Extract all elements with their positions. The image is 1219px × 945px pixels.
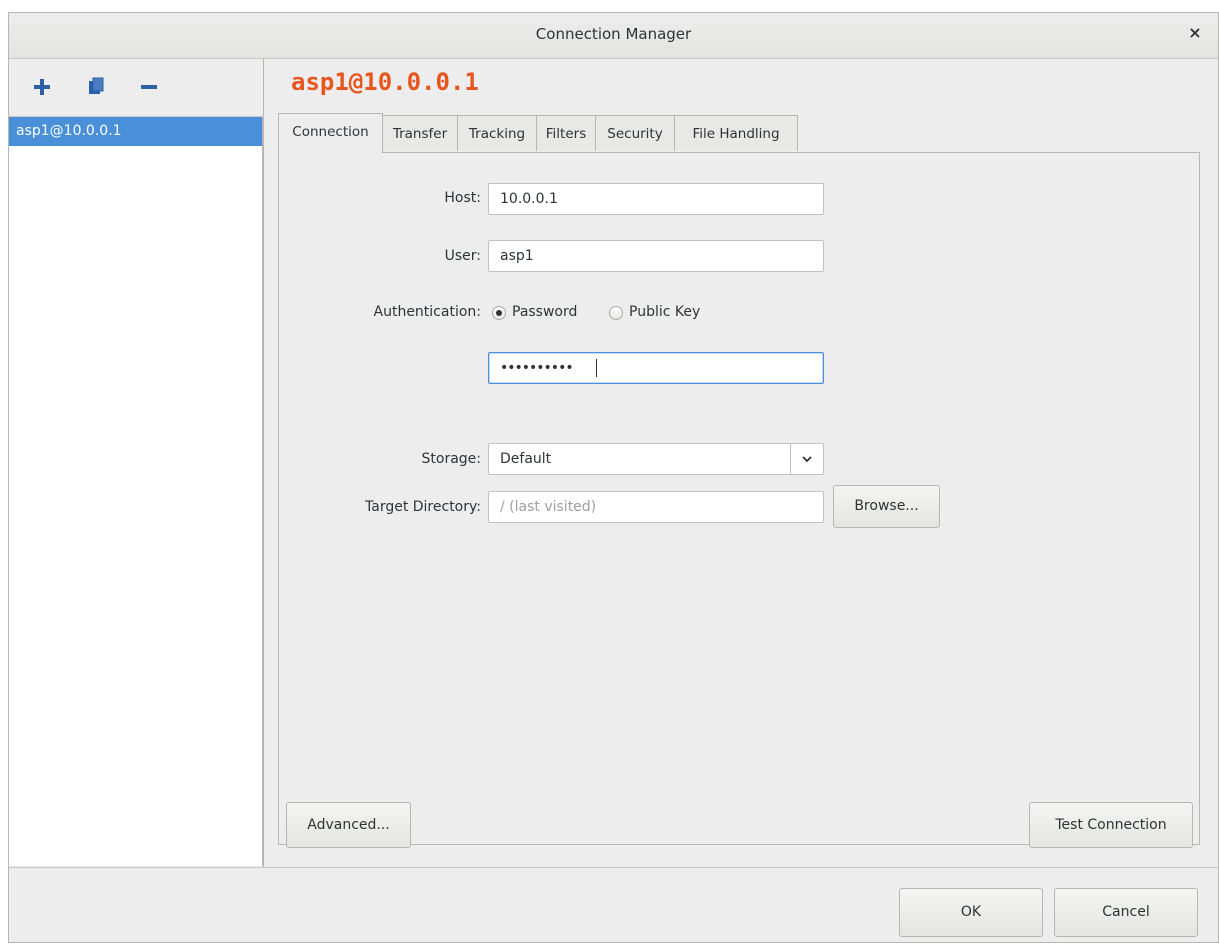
host-label: Host:	[444, 190, 481, 206]
user-label: User:	[444, 248, 481, 264]
tab-transfer[interactable]: Transfer	[382, 115, 458, 151]
storage-label: Storage:	[421, 451, 482, 467]
password-value: ••••••••••	[500, 360, 574, 376]
connection-tab-pane: Host: 10.0.0.1 User: asp1 Authentication…	[278, 152, 1200, 848]
storage-select-value: Default	[500, 451, 552, 467]
sidebar-toolbar	[9, 59, 263, 117]
target-directory-label: Target Directory:	[365, 499, 481, 515]
user-input[interactable]: asp1	[488, 240, 824, 272]
browse-button[interactable]: Browse...	[833, 485, 940, 528]
connection-list: asp1@10.0.0.1	[9, 117, 263, 866]
host-input[interactable]: 10.0.0.1	[488, 183, 824, 215]
storage-select[interactable]: Default	[488, 443, 824, 475]
public-key-radio-label[interactable]: Public Key	[629, 304, 700, 320]
text-caret	[596, 359, 597, 377]
close-button[interactable]: ×	[1184, 22, 1206, 44]
target-directory-input[interactable]: / (last visited)	[488, 491, 824, 523]
tab-tracking[interactable]: Tracking	[457, 115, 537, 151]
tab-filters[interactable]: Filters	[536, 115, 596, 151]
dialog-button-bar: OK Cancel	[9, 867, 1218, 945]
window-title: Connection Manager	[535, 25, 692, 43]
copy-icon[interactable]	[85, 76, 107, 98]
public-key-radio[interactable]	[609, 306, 623, 320]
tab-file-handling[interactable]: File Handling	[674, 115, 798, 151]
title-bar: Connection Manager ×	[9, 13, 1218, 59]
chevron-down-icon[interactable]	[790, 444, 823, 474]
connection-list-item[interactable]: asp1@10.0.0.1	[9, 117, 262, 146]
plus-icon[interactable]	[31, 76, 53, 98]
password-input[interactable]: ••••••••••	[488, 352, 824, 384]
password-radio-label[interactable]: Password	[512, 304, 577, 320]
password-radio[interactable]	[492, 306, 506, 320]
tab-security[interactable]: Security	[595, 115, 675, 151]
tab-connection[interactable]: Connection	[278, 113, 383, 153]
test-connection-button[interactable]: Test Connection	[1029, 802, 1193, 848]
advanced-button[interactable]: Advanced...	[286, 802, 411, 848]
profile-title: asp1@10.0.0.1	[291, 68, 479, 96]
minus-icon[interactable]	[138, 76, 160, 98]
connection-manager-window: Connection Manager × asp1@10.0.0.1 asp1@…	[8, 12, 1219, 943]
pane-divider[interactable]	[263, 59, 264, 867]
authentication-label: Authentication:	[373, 304, 482, 320]
ok-button[interactable]: OK	[899, 888, 1043, 937]
cancel-button[interactable]: Cancel	[1054, 888, 1198, 937]
